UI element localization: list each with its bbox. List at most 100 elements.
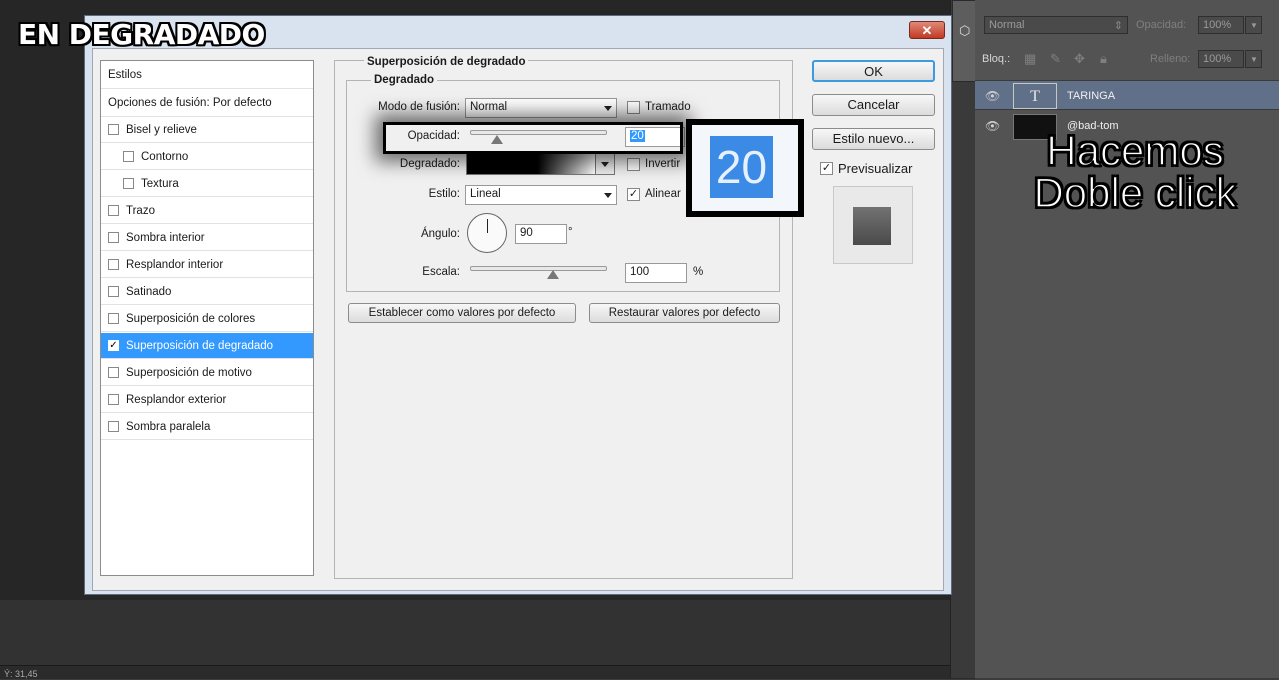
alinear-label: Alinear <box>645 188 681 200</box>
gradient-label: Degradado: <box>399 158 460 170</box>
angle-label: Ángulo: <box>420 228 460 240</box>
preview-label: Previsualizar <box>838 161 913 176</box>
angle-dial-needle <box>487 219 488 233</box>
eye-icon[interactable]: 👁︎ <box>985 119 1000 133</box>
layer-blend-mode-value: Normal <box>989 19 1025 31</box>
annotation-double-click: Hacemos Doble click <box>1033 127 1238 216</box>
lock-move-icon[interactable]: ✥ <box>1074 51 1085 67</box>
lock-label: Bloq.: <box>982 53 1011 65</box>
checkbox-checked[interactable]: ✓ <box>108 340 119 351</box>
list-item-label: Trazo <box>126 205 155 217</box>
close-button[interactable]: ✕ <box>909 21 945 39</box>
ok-button[interactable]: OK <box>812 60 935 82</box>
blend-mode-select[interactable]: Normal <box>465 98 617 118</box>
list-item-inner-shadow[interactable]: Sombra interior <box>101 225 313 251</box>
blend-mode-label: Modo de fusión: <box>378 101 460 113</box>
list-item-label: Bisel y relieve <box>126 124 197 136</box>
zoom-callout-inner: 20 <box>692 125 798 211</box>
checkbox[interactable] <box>108 421 119 432</box>
layer-row-taringa[interactable]: 👁︎ T TARINGA <box>975 80 1279 110</box>
angle-dial[interactable] <box>467 213 507 253</box>
list-item-label: Resplandor exterior <box>126 394 227 406</box>
invertir-checkbox[interactable] <box>627 158 640 171</box>
lock-transparency-icon[interactable]: ▦ <box>1024 51 1036 67</box>
list-item-label: Superposición de motivo <box>126 367 252 379</box>
list-item-outer-glow[interactable]: Resplandor exterior <box>101 387 313 413</box>
chevron-down-icon <box>604 193 612 198</box>
list-item-drop-shadow[interactable]: Sombra paralela <box>101 414 313 440</box>
checkbox[interactable] <box>108 259 119 270</box>
checkbox[interactable] <box>108 205 119 216</box>
alinear-checkbox[interactable]: ✓ <box>627 188 640 201</box>
checkbox[interactable] <box>108 286 119 297</box>
fill-dropdown[interactable]: ▼ <box>1245 50 1262 68</box>
list-item-label: Estilos <box>108 69 142 81</box>
scale-unit: % <box>693 266 704 278</box>
list-item-label: Sombra paralela <box>126 421 211 433</box>
overlay-title: EN DEGRADADO <box>18 18 265 51</box>
gradient-swatch[interactable] <box>466 153 596 175</box>
gradient-dropdown[interactable] <box>595 153 615 175</box>
list-item-pattern-overlay[interactable]: Superposición de motivo <box>101 360 313 386</box>
list-item-label: Superposición de colores <box>126 313 256 325</box>
list-item-satin[interactable]: Satinado <box>101 279 313 305</box>
checkbox[interactable] <box>108 232 119 243</box>
cancel-button[interactable]: Cancelar <box>812 94 935 116</box>
checkbox[interactable] <box>108 394 119 405</box>
preview-checkbox[interactable]: ✓ <box>820 162 833 175</box>
style-select[interactable]: Lineal <box>465 185 617 205</box>
scale-label: Escala: <box>422 266 460 278</box>
list-item-label: Superposición de degradado <box>126 340 274 352</box>
checkbox[interactable] <box>108 367 119 378</box>
tramado-checkbox[interactable] <box>627 101 640 114</box>
cube-icon[interactable]: ⬡ <box>959 23 970 39</box>
group-title: Superposición de degradado <box>364 56 529 68</box>
fill-field[interactable]: 100% <box>1198 50 1244 68</box>
layer-opacity-dropdown[interactable]: ▼ <box>1245 16 1262 34</box>
list-item-contour[interactable]: Contorno <box>101 144 313 170</box>
style-label: Estilo: <box>428 188 460 200</box>
checkbox[interactable] <box>123 151 134 162</box>
styles-list: Estilos Opciones de fusión: Por defecto … <box>100 60 314 576</box>
list-item-label: Contorno <box>141 151 189 163</box>
list-item-label: Satinado <box>126 286 172 298</box>
eye-icon[interactable]: 👁︎ <box>985 89 1000 103</box>
invertir-label: Invertir <box>645 158 681 170</box>
layer-blend-mode-select[interactable]: Normal ⇕ <box>984 16 1128 34</box>
styles-header[interactable]: Estilos <box>101 61 313 89</box>
chevron-down-icon: ▼ <box>1250 21 1258 30</box>
list-item-label: Opciones de fusión: Por defecto <box>108 97 272 109</box>
scale-field[interactable]: 100 <box>625 263 687 283</box>
chevron-down-icon <box>601 162 609 167</box>
zoom-callout: 20 <box>686 119 804 217</box>
panel-dock-strip <box>950 0 976 678</box>
reset-default-button[interactable]: Restaurar valores por defecto <box>589 303 780 323</box>
list-item-blending-options[interactable]: Opciones de fusión: Por defecto <box>101 89 313 117</box>
style-value: Lineal <box>470 188 501 200</box>
list-item-label: Resplandor interior <box>126 259 224 271</box>
layer-name[interactable]: TARINGA <box>1067 90 1115 102</box>
checkbox[interactable] <box>108 124 119 135</box>
scale-slider[interactable] <box>470 266 607 271</box>
list-item-inner-glow[interactable]: Resplandor interior <box>101 252 313 278</box>
checkbox[interactable] <box>108 313 119 324</box>
list-item-label: Sombra interior <box>126 232 205 244</box>
tramado-label: Tramado <box>645 101 691 113</box>
angle-field[interactable]: 90 <box>515 224 567 244</box>
blend-mode-value: Normal <box>470 101 508 113</box>
lock-all-icon[interactable]: 🔒︎ <box>1100 51 1107 67</box>
opacity-highlight <box>383 122 683 154</box>
list-item-gradient-overlay[interactable]: ✓ Superposición de degradado <box>101 333 313 359</box>
new-style-button[interactable]: Estilo nuevo... <box>812 128 935 150</box>
fill-label: Relleno: <box>1150 53 1191 65</box>
checkbox[interactable] <box>123 178 134 189</box>
layer-opacity-field[interactable]: 100% <box>1198 16 1244 34</box>
lock-brush-icon[interactable]: ✎ <box>1050 51 1061 67</box>
list-item-color-overlay[interactable]: Superposición de colores <box>101 306 313 332</box>
list-item-stroke[interactable]: Trazo <box>101 198 313 224</box>
list-item-texture[interactable]: Textura <box>101 171 313 197</box>
set-default-button[interactable]: Establecer como valores por defecto <box>348 303 576 323</box>
list-item-bevel[interactable]: Bisel y relieve <box>101 117 313 143</box>
preview-swatch <box>853 207 891 245</box>
scale-slider-thumb[interactable] <box>547 270 559 279</box>
